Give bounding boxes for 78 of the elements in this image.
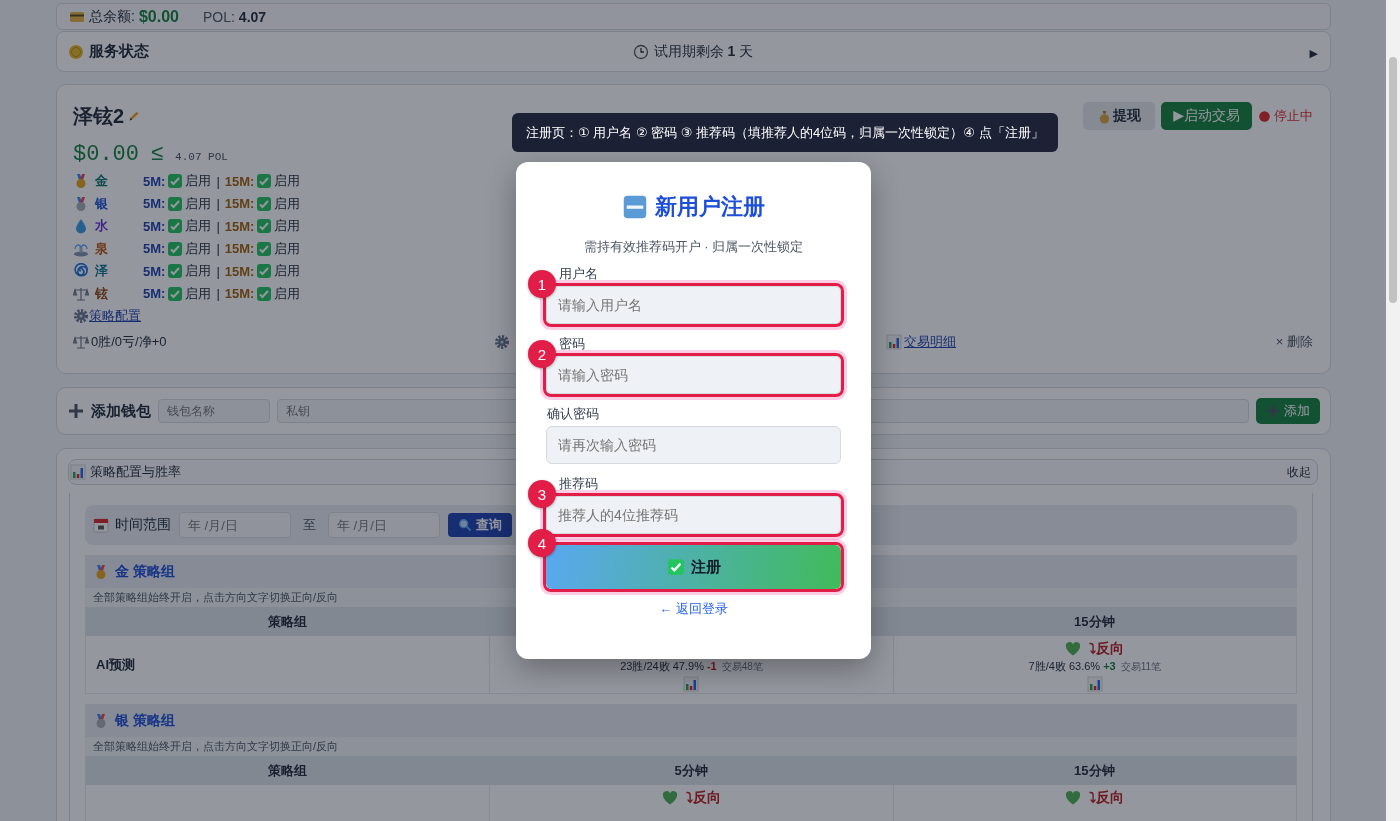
- strategy-name: 水: [95, 217, 109, 236]
- enabled-text: 启用: [185, 262, 212, 281]
- enabled-text: 启用: [185, 172, 212, 191]
- wallet-balance: $0.00: [73, 142, 139, 167]
- field-label: 推荐码: [558, 475, 599, 493]
- separator: |: [216, 263, 220, 279]
- enabled-text: 启用: [274, 284, 301, 303]
- group-title: 银 策略组: [115, 711, 175, 730]
- separator: |: [216, 196, 220, 212]
- strategy-name: 泽: [95, 262, 109, 281]
- enabled-text: 启用: [274, 217, 301, 236]
- field-label: 密码: [558, 335, 586, 353]
- interval-label: 5M:: [143, 263, 166, 279]
- win-rate: 7胜/4败 63.6%: [1028, 659, 1101, 674]
- time-range-label: 时间范围: [115, 516, 171, 534]
- group-note: 全部策略组始终开启，点击方向文字切换正向/反向: [93, 739, 339, 754]
- add-wallet-title: 添加钱包: [91, 401, 151, 421]
- separator: |: [216, 218, 220, 234]
- interval-label: 5M:: [143, 218, 166, 234]
- separator: |: [216, 241, 220, 257]
- enabled-text: 启用: [185, 217, 212, 236]
- interval-label: 15M:: [224, 241, 255, 257]
- strategy-name: 银: [95, 194, 109, 213]
- balance-label: 总余额:: [89, 7, 135, 26]
- balance-amount: $0.00: [138, 7, 179, 26]
- trade-count: 交易48笔: [721, 660, 763, 674]
- win-rate: 23胜/24败 47.9%: [620, 659, 704, 674]
- interval-label: 15M:: [224, 286, 255, 302]
- enabled-text: 启用: [185, 284, 212, 303]
- step-badge: 3: [528, 480, 556, 508]
- balance-relation: ≤: [151, 140, 164, 166]
- trade-count: 交易11笔: [1120, 660, 1162, 674]
- trading-status: 停止中: [1274, 107, 1313, 125]
- net-delta: -1: [706, 660, 717, 672]
- dialog-subtitle: 需持有效推荐码开户 · 归属一次性锁定: [582, 238, 805, 256]
- step-badge: 2: [528, 340, 556, 368]
- range-separator: 至: [303, 516, 316, 534]
- panel-title: 策略配置与胜率: [90, 463, 181, 481]
- interval-label: 15M:: [224, 263, 255, 279]
- service-status-title: 服务状态: [89, 42, 149, 61]
- strategy-name: 泉: [95, 239, 109, 258]
- wallet-name: 泽铉2: [73, 103, 125, 129]
- separator: |: [216, 286, 220, 302]
- enabled-text: 启用: [274, 172, 301, 191]
- win-loss-record: 0胜/0亏/净+0: [91, 333, 167, 351]
- guide-tooltip: 注册页：① 用户名 ② 密码 ③ 推荐码（填推荐人的4位码，归属一次性锁定）④ 点「注册」: [512, 113, 1058, 152]
- interval-label: 15M:: [224, 218, 255, 234]
- interval-label: 5M:: [143, 286, 166, 302]
- trial-remaining: 试用期剩余 1 天: [653, 42, 754, 61]
- interval-label: 15M:: [224, 196, 255, 212]
- step-badge: 4: [528, 529, 556, 557]
- strategy-name: 铉: [95, 284, 109, 303]
- enabled-text: 启用: [185, 239, 212, 258]
- strategy-name: 金: [95, 172, 109, 191]
- enabled-text: 启用: [274, 239, 301, 258]
- enabled-text: 启用: [274, 194, 301, 213]
- interval-label: 15M:: [224, 173, 255, 189]
- enabled-text: 启用: [274, 262, 301, 281]
- column-header: 策略组: [86, 607, 490, 636]
- column-header: 15分钟: [892, 607, 1296, 636]
- enabled-text: 启用: [185, 194, 212, 213]
- interval-label: 5M:: [143, 241, 166, 257]
- field-label: 用户名: [558, 265, 599, 283]
- dialog-title: 新用户注册: [654, 193, 765, 221]
- interval-label: 5M:: [143, 173, 166, 189]
- column-header: 5分钟: [489, 756, 893, 785]
- column-header: 15分钟: [892, 756, 1296, 785]
- column-header: 策略组: [86, 756, 490, 785]
- interval-label: 5M:: [143, 196, 166, 212]
- step-badge: 1: [528, 270, 556, 298]
- pol-label: POL:: [202, 8, 235, 25]
- net-delta: +3: [1103, 660, 1116, 672]
- field-label: 确认密码: [546, 405, 600, 423]
- wallet-pol: 4.07 POL: [175, 151, 228, 163]
- group-title: 金 策略组: [115, 562, 175, 581]
- pol-value: 4.07: [238, 8, 267, 25]
- separator: |: [216, 173, 220, 189]
- group-note: 全部策略组始终开启，点击方向文字切换正向/反向: [93, 590, 339, 605]
